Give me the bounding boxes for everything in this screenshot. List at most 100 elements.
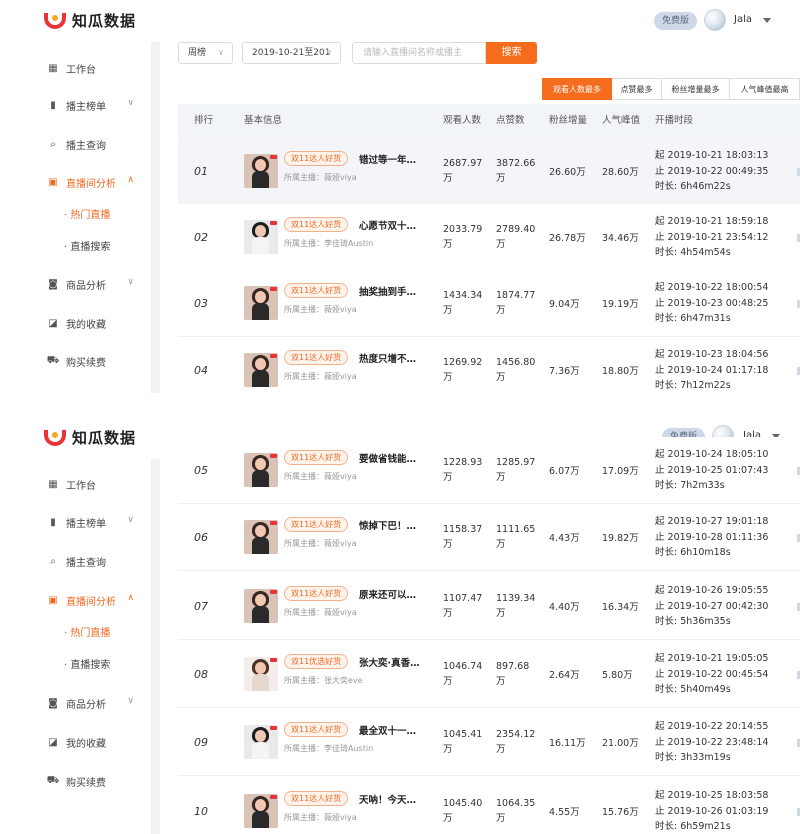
sidebar-item-live-analysis[interactable]: ▣ 直播间分析 ∧	[32, 589, 152, 611]
end-time: 止 2019-10-27 00:42:30	[655, 600, 769, 612]
sidebar-item-workbench[interactable]: ▦ 工作台	[32, 473, 152, 495]
table-row[interactable]: 02 双11达人好货 心愿节双十… 所属主播：李佳琦Austin 2033.79万 278…	[178, 204, 800, 271]
anchor-name[interactable]: 所属主播：薇娅viya	[284, 371, 357, 382]
column-header-likes[interactable]: 点赞数	[496, 104, 525, 138]
plan-badge: 免费版	[654, 12, 698, 30]
anchor-avatar[interactable]	[244, 154, 278, 188]
likes-value: 1064.35万	[496, 798, 536, 824]
live-room-title[interactable]: 心愿节双十…	[359, 218, 419, 232]
table-row[interactable]: 06 双11达人好货 惊掉下巴！… 所属主播：薇娅viya 1158.37万 1111.6…	[178, 504, 800, 571]
sidebar-item-anchor-ranking[interactable]: ▮ 播主榜单 ∨	[32, 94, 152, 116]
views-value: 1046.74万	[443, 661, 483, 687]
column-header-peak[interactable]: 人气峰值	[602, 104, 640, 138]
sidebar-item-anchor-ranking[interactable]: ▮ 播主榜单 ∨	[32, 511, 152, 533]
anchor-avatar[interactable]	[244, 725, 278, 759]
sidebar-subitem-live-search[interactable]: · 直播搜索	[32, 238, 152, 258]
table-row[interactable]: 01 双11达人好货 错过等一年… 所属主播：薇娅viya 2687.97万 3872.6…	[178, 138, 800, 205]
sidebar-item-purchase[interactable]: ⛟ 购买续费	[32, 350, 152, 372]
search-input[interactable]: 请输入直播间名称或播主	[352, 42, 486, 64]
anchor-avatar[interactable]	[244, 794, 278, 828]
sidebar-subitem-hot-live[interactable]: · 热门直播	[32, 206, 152, 226]
table-row[interactable]: 04 双11达人好货 热度只增不… 所属主播：薇娅viya 1269.92万 1456.8…	[178, 337, 800, 393]
sidebar-item-product-analysis[interactable]: ◙ 商品分析 ∨	[32, 692, 152, 714]
sidebar-item-product-analysis[interactable]: ◙ 商品分析 ∨	[32, 273, 152, 295]
sidebar-item-label: 我的收藏	[66, 319, 106, 331]
table-row[interactable]: 03 双11达人好货 抽奖抽到手… 所属主播：薇娅viya 1434.34万 1874.7…	[178, 270, 800, 337]
live-room-title[interactable]: 抽奖抽到手…	[359, 284, 419, 298]
anchor-name[interactable]: 所属主播：李佳琦Austin	[284, 238, 373, 249]
rank-number: 07	[194, 600, 208, 613]
column-header-rank: 排行	[194, 115, 214, 126]
sidebar-subitem-live-search[interactable]: · 直播搜索	[32, 656, 152, 676]
sidebar-item-purchase[interactable]: ⛟ 购买续费	[32, 770, 152, 792]
anchor-name[interactable]: 所属主播：李佳琦Austin	[284, 743, 373, 754]
tag-badge: 双11优选好货	[284, 654, 349, 669]
column-header-views[interactable]: 观看人数	[443, 104, 481, 138]
table-row[interactable]: 05 双11达人好货 要做省钱能… 所属主播：薇娅viya 1228.93万 1285.9…	[178, 437, 800, 504]
table-row[interactable]: 09 双11达人好货 最全双十一… 所属主播：李佳琦Austin 1045.41万 235…	[178, 709, 800, 776]
sidebar-scrollbar[interactable]	[152, 42, 160, 393]
sidebar-item-anchor-search[interactable]: ⌕ 播主查询	[32, 133, 152, 155]
anchor-name[interactable]: 所属主播：薇娅viya	[284, 172, 357, 183]
sidebar-item-label: 播主查询	[66, 557, 106, 569]
start-time: 起 2019-10-24 18:05:10	[655, 449, 769, 460]
logo[interactable]: 知瓜数据	[44, 427, 136, 448]
duration: 时长: 6h10m18s	[655, 547, 731, 558]
logo[interactable]: 知瓜数据	[44, 10, 136, 31]
anchor-avatar[interactable]	[244, 286, 278, 320]
anchor-name[interactable]: 所属主播：薇娅viya	[284, 607, 357, 618]
likes-value: 1285.97万	[496, 457, 536, 483]
fans-increase-value: 2.64万	[549, 670, 580, 681]
live-badge-icon	[270, 590, 277, 594]
sort-tab-most-likes[interactable]: 点赞最多	[612, 78, 662, 100]
sidebar-scrollbar[interactable]	[152, 459, 160, 834]
sidebar-item-favorites[interactable]: ◪ 我的收藏	[32, 312, 152, 334]
anchor-avatar[interactable]	[244, 657, 278, 691]
user-menu-caret-icon[interactable]	[763, 18, 771, 23]
live-room-title[interactable]: 张大奕·真香…	[359, 655, 419, 669]
likes-value: 1139.34万	[496, 593, 536, 619]
anchor-avatar[interactable]	[244, 353, 278, 387]
anchor-avatar[interactable]	[244, 220, 278, 254]
live-room-title[interactable]: 惊掉下巴！…	[359, 518, 419, 532]
live-room-title[interactable]: 错过等一年…	[359, 152, 419, 166]
period-select[interactable]: 周榜 ∨	[178, 42, 233, 64]
anchor-avatar[interactable]	[244, 520, 278, 554]
peak-popularity-value: 17.09万	[602, 466, 639, 477]
duration: 时长: 6h59m21s	[655, 821, 731, 832]
anchor-name[interactable]: 所属主播：张大奕eve	[284, 675, 363, 686]
user-avatar[interactable]	[704, 9, 726, 31]
live-room-title[interactable]: 天呐！今天…	[359, 792, 419, 806]
tag-badge: 双11达人好货	[284, 350, 349, 365]
table-row[interactable]: 07 双11达人好货 原来还可以… 所属主播：薇娅viya 1107.47万 1139.3…	[178, 573, 800, 640]
sort-tab-most-views[interactable]: 观看人数最多	[542, 78, 612, 100]
live-room-title[interactable]: 要做省钱能…	[359, 451, 419, 465]
live-room-title[interactable]: 最全双十一…	[359, 723, 419, 737]
sidebar-item-workbench[interactable]: ▦ 工作台	[32, 57, 152, 79]
sidebar-subitem-hot-live[interactable]: · 热门直播	[32, 624, 152, 644]
table-row[interactable]: 08 双11优选好货 张大奕·真香… 所属主播：张大奕eve 1046.74万 897.6…	[178, 641, 800, 708]
date-range-value: 2019-10-21至201	[252, 48, 331, 58]
anchor-avatar[interactable]	[244, 453, 278, 487]
sidebar-item-favorites[interactable]: ◪ 我的收藏	[32, 731, 152, 753]
live-time-range: 起 2019-10-22 18:00:54 止 2019-10-23 00:48:…	[655, 280, 768, 327]
sidebar-item-anchor-search[interactable]: ⌕ 播主查询	[32, 550, 152, 572]
user-name[interactable]: Jala	[734, 14, 752, 25]
date-range-select[interactable]: 2019-10-21至201 ∨	[242, 42, 341, 64]
anchor-name[interactable]: 所属主播：薇娅viya	[284, 304, 357, 315]
anchor-name[interactable]: 所属主播：薇娅viya	[284, 812, 357, 823]
search-button[interactable]: 搜索	[486, 42, 537, 64]
anchor-name[interactable]: 所属主播：薇娅viya	[284, 471, 357, 482]
peak-popularity-value: 16.34万	[602, 602, 639, 613]
live-room-title[interactable]: 原来还可以…	[359, 587, 419, 601]
live-room-title[interactable]: 热度只增不…	[359, 351, 419, 365]
anchor-avatar[interactable]	[244, 589, 278, 623]
column-header-fans[interactable]: 粉丝增量	[549, 104, 587, 138]
peak-popularity-value: 15.76万	[602, 807, 639, 818]
sort-tab-most-fans[interactable]: 粉丝增量最多	[662, 78, 730, 100]
anchor-name[interactable]: 所属主播：薇娅viya	[284, 538, 357, 549]
sidebar-item-label: 我的收藏	[66, 738, 106, 750]
table-row[interactable]: 10 双11达人好货 天呐！今天… 所属主播：薇娅viya 1045.40万 1064.3…	[178, 778, 800, 834]
sort-tab-peak-popularity[interactable]: 人气峰值最高	[730, 78, 800, 100]
sidebar-item-live-analysis[interactable]: ▣ 直播间分析 ∧	[32, 171, 152, 193]
